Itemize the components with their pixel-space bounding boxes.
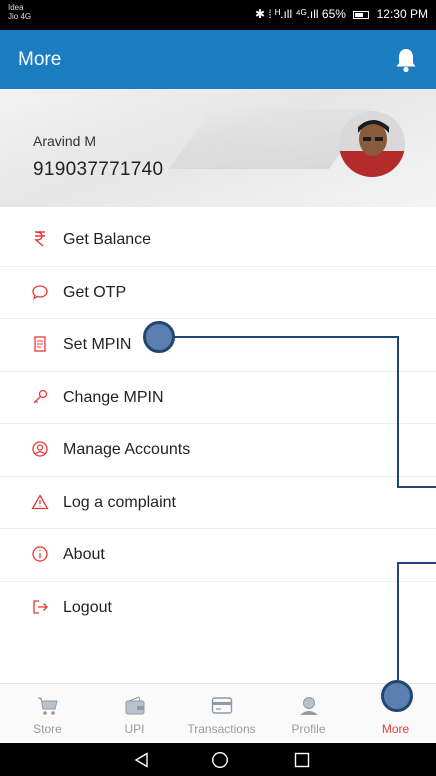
battery-icon — [353, 10, 370, 19]
rupee-icon — [34, 231, 45, 247]
user-phone: 919037771740 — [33, 159, 164, 180]
annotation-connector-1-vertical — [397, 336, 399, 488]
avatar-photo — [339, 111, 405, 177]
menu-item-label: Set MPIN — [63, 336, 132, 353]
menu-item-change-mpin[interactable]: Change MPIN — [0, 372, 436, 424]
nav-label: Transactions — [187, 722, 256, 736]
bell-icon[interactable] — [394, 47, 418, 73]
menu-item-label: Logout — [63, 598, 112, 616]
carrier-secondary: Jio 4G — [8, 12, 32, 21]
user-name: Aravind M — [33, 133, 97, 149]
menu-item-label: About — [63, 546, 105, 563]
nav-item-profile[interactable]: Profile — [265, 684, 352, 744]
status-indicators: ✱ ⁞ ᴴ.ıll ⁴ᴳ.ıll 65% 12:30 PM — [255, 7, 428, 21]
status-time: 12:30 PM — [376, 7, 428, 21]
nav-item-transactions[interactable]: Transactions — [178, 684, 265, 744]
bottom-navigation: Store UPI Transactions Profile More — [0, 683, 436, 743]
annotation-marker-more-tab — [381, 680, 413, 712]
menu-item-label: Manage Accounts — [63, 441, 191, 458]
card-icon — [211, 697, 232, 714]
signal-indicators: ✱ ⁞ ᴴ.ıll ⁴ᴳ.ıll 65% — [254, 7, 346, 21]
menu-item-log-complaint[interactable]: Log a complaint — [0, 477, 436, 529]
warning-icon — [31, 493, 49, 509]
carrier-primary: Idea — [8, 3, 24, 12]
wallet-icon — [125, 696, 144, 715]
avatar[interactable] — [339, 111, 405, 177]
nav-label: Store — [33, 722, 62, 736]
app-bar: More — [0, 30, 436, 89]
nav-label: More — [381, 722, 410, 736]
document-icon — [34, 336, 46, 352]
key-icon — [33, 389, 48, 403]
menu-item-label: Get OTP — [63, 283, 127, 301]
person-icon — [299, 697, 318, 715]
carrier-info: Idea Jio 4G — [8, 3, 31, 21]
nav-item-store[interactable]: Store — [4, 684, 91, 744]
annotation-connector-2 — [397, 562, 436, 564]
menu-item-set-mpin[interactable]: Set MPIN — [0, 319, 436, 372]
system-navigation-bar — [0, 743, 436, 776]
annotation-connector-1 — [160, 336, 399, 338]
account-circle-icon — [32, 441, 48, 457]
info-icon — [32, 546, 48, 562]
menu-item-label: Get Balance — [63, 231, 152, 248]
back-icon[interactable] — [134, 752, 150, 768]
logout-icon — [33, 599, 48, 614]
recents-icon[interactable] — [294, 752, 310, 768]
nav-label: UPI — [124, 722, 145, 736]
menu-item-about[interactable]: About — [0, 529, 436, 582]
annotation-connector-1-tail — [397, 486, 436, 488]
home-icon[interactable] — [211, 751, 229, 769]
menu-item-get-balance[interactable]: Get Balance — [0, 214, 436, 267]
menu-item-label: Log a complaint — [63, 493, 176, 511]
nav-label: Profile — [291, 722, 326, 736]
cart-icon — [37, 697, 58, 715]
menu-item-label: Change MPIN — [63, 388, 164, 406]
profile-header: Aravind M 919037771740 — [0, 89, 436, 207]
menu-item-manage-accounts[interactable]: Manage Accounts — [0, 424, 436, 477]
nav-item-upi[interactable]: UPI — [91, 684, 178, 744]
menu-item-get-otp[interactable]: Get OTP — [0, 267, 436, 319]
chat-bubble-icon — [32, 284, 48, 300]
menu-list: Get Balance Get OTP Set MPIN Change MPIN… — [0, 214, 436, 634]
annotation-connector-2-vertical — [397, 562, 399, 680]
annotation-marker-set-mpin — [143, 321, 175, 353]
page-title: More — [18, 49, 62, 70]
menu-item-logout[interactable]: Logout — [0, 582, 436, 635]
status-bar: Idea Jio 4G ✱ ⁞ ᴴ.ıll ⁴ᴳ.ıll 65% 12:30 P… — [0, 0, 436, 30]
